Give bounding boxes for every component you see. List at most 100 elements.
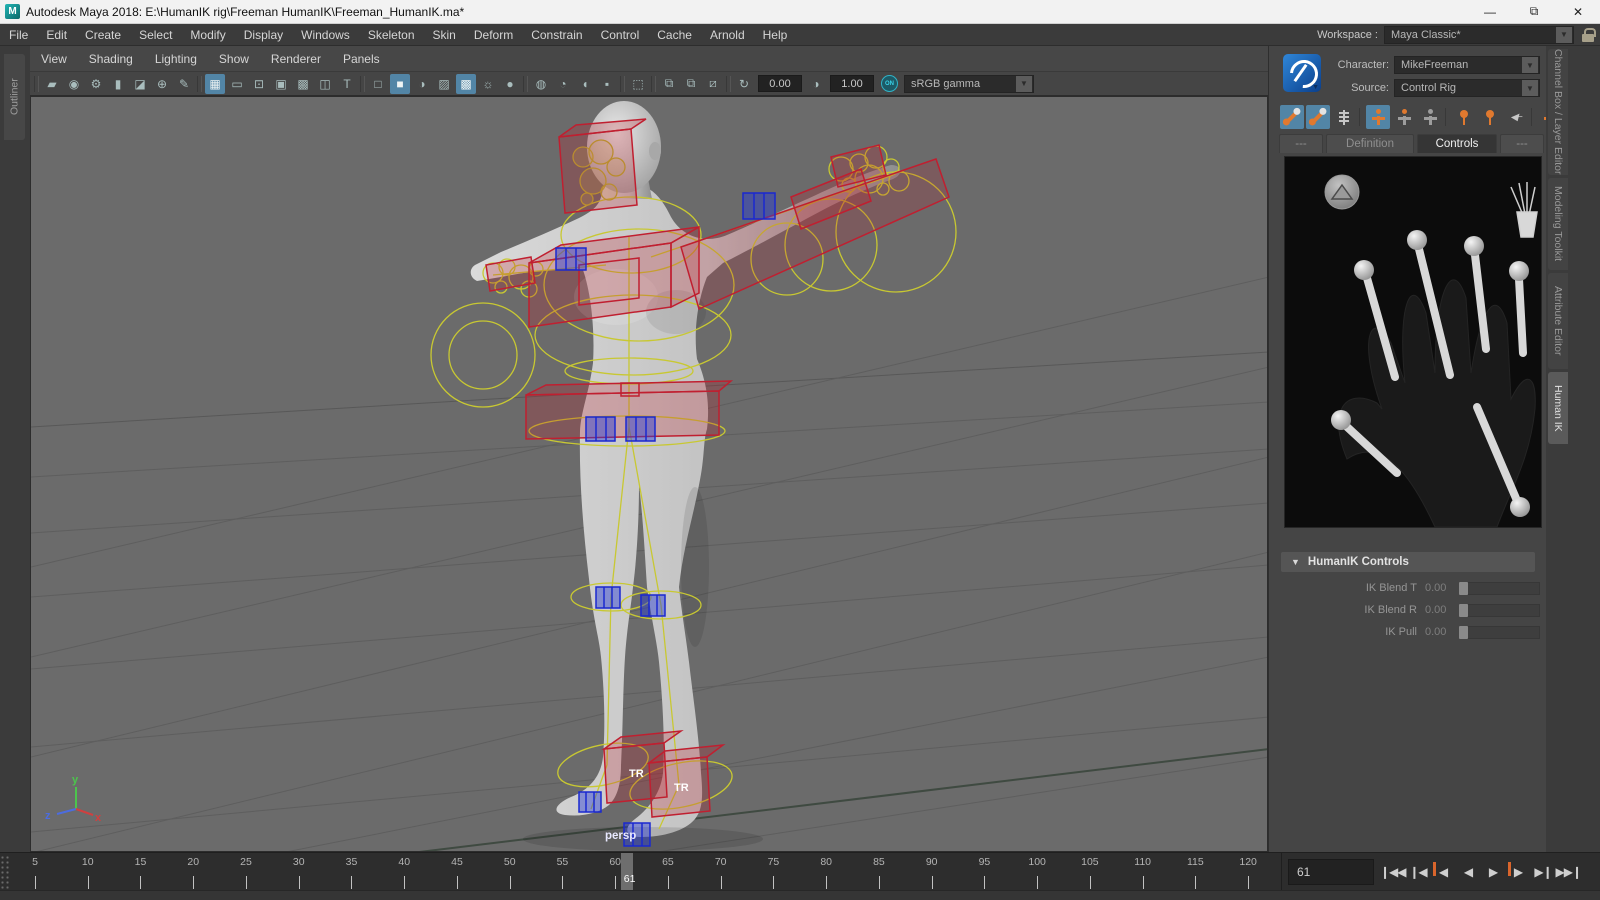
menu-modify[interactable]: Modify [181, 24, 234, 46]
separate-layout-icon[interactable]: ⧉ [659, 74, 679, 94]
select-full-body-icon[interactable] [1366, 105, 1390, 129]
occlusion-icon[interactable]: ◍ [531, 74, 551, 94]
dock-tab-human-ik[interactable]: Human IK [1548, 372, 1568, 444]
menu-help[interactable]: Help [754, 24, 797, 46]
dock-tab-modeling-toolkit[interactable]: Modeling Toolkit [1548, 178, 1568, 270]
tab-controls[interactable]: Controls [1417, 134, 1497, 153]
bookmark-icon[interactable]: ▮ [108, 74, 128, 94]
slider-groove[interactable] [1468, 582, 1540, 595]
step-back-key-button[interactable]: ❙◀ [1406, 859, 1431, 885]
lock-icon[interactable] [1582, 28, 1594, 42]
panel-menu-show[interactable]: Show [208, 52, 260, 66]
menu-display[interactable]: Display [235, 24, 292, 46]
menu-select[interactable]: Select [130, 24, 181, 46]
menu-cache[interactable]: Cache [648, 24, 701, 46]
close-button[interactable]: ✕ [1556, 0, 1600, 23]
dock-tab-attribute-editor[interactable]: Attribute Editor [1548, 273, 1568, 369]
menu-create[interactable]: Create [76, 24, 130, 46]
menu-skeleton[interactable]: Skeleton [359, 24, 424, 46]
menu-constrain[interactable]: Constrain [522, 24, 591, 46]
panel-menu-lighting[interactable]: Lighting [144, 52, 208, 66]
show-skeleton-icon[interactable] [1332, 105, 1356, 129]
film-gate-icon[interactable]: ▭ [227, 74, 247, 94]
key-body-part-icon[interactable] [1306, 105, 1330, 129]
select-body-part-icon[interactable] [1392, 105, 1416, 129]
pin-translate-icon[interactable] [1452, 105, 1476, 129]
step-forward-key-button[interactable]: ▶❙ [1531, 859, 1556, 885]
panel-menu-panels[interactable]: Panels [332, 52, 391, 66]
resolution-gate-icon[interactable]: ⊡ [249, 74, 269, 94]
default-material-icon[interactable]: ▪ [597, 74, 617, 94]
chevron-down-icon[interactable]: ▼ [1522, 57, 1538, 73]
key-full-body-icon[interactable] [1280, 105, 1304, 129]
stack-layout-icon[interactable]: ⧉ [681, 74, 701, 94]
menu-windows[interactable]: Windows [292, 24, 359, 46]
current-frame-field[interactable]: 61 [1288, 859, 1374, 885]
panel-menu-view[interactable]: View [30, 52, 78, 66]
collapse-triangle-icon[interactable]: ▼ [1291, 557, 1300, 567]
menu-skin[interactable]: Skin [424, 24, 465, 46]
exposure-icon[interactable]: ↻ [734, 74, 754, 94]
ik-effector-boxes[interactable]: TR TR [486, 119, 949, 817]
plugin-display-icon[interactable]: ◖ [575, 74, 595, 94]
mute-icon[interactable]: ◀− [1504, 105, 1528, 129]
isolate-select-icon[interactable]: ⬚ [628, 74, 648, 94]
camera-attributes-icon[interactable]: ⚙ [86, 74, 106, 94]
perspective-viewport[interactable]: TR TR y z x [30, 96, 1268, 852]
menu-edit[interactable]: Edit [37, 24, 76, 46]
pin-rotate-icon[interactable] [1478, 105, 1502, 129]
lock-camera-icon[interactable]: ◉ [64, 74, 84, 94]
menu-control[interactable]: Control [592, 24, 649, 46]
step-back-frame-button[interactable]: ◀ [1431, 859, 1456, 885]
slider-groove[interactable] [1468, 626, 1540, 639]
flat-shade-icon[interactable]: ◑ [412, 74, 432, 94]
minimize-button[interactable]: — [1468, 0, 1512, 23]
mini-hand-icon[interactable] [1511, 182, 1537, 237]
grease-pencil-icon[interactable]: ✎ [174, 74, 194, 94]
go-to-start-button[interactable]: ❙◀◀ [1380, 859, 1406, 885]
humanik-controls-picker[interactable] [1284, 156, 1542, 528]
tab-[interactable]: --- [1500, 134, 1544, 153]
panel-menu-shading[interactable]: Shading [78, 52, 144, 66]
character-dropdown[interactable]: MikeFreeman ▼ [1394, 56, 1540, 74]
source-dropdown[interactable]: Control Rig ▼ [1394, 79, 1540, 97]
dock-tab-channel-box---layer-editor[interactable]: Channel Box / Layer Editor [1548, 49, 1568, 175]
timeline-ruler[interactable]: 61 5101520253035404550556065707580859095… [12, 853, 1282, 891]
exposure-field[interactable]: 0.00 [758, 75, 802, 92]
slider-handle[interactable] [1459, 604, 1468, 617]
menu-deform[interactable]: Deform [465, 24, 522, 46]
timeline-playhead[interactable]: 61 [621, 853, 633, 891]
image-plane-icon[interactable]: ◪ [130, 74, 150, 94]
humanik-controls-header[interactable]: ▼ HumanIK Controls [1281, 552, 1535, 572]
select-camera-icon[interactable]: ▰ [42, 74, 62, 94]
menu-arnold[interactable]: Arnold [701, 24, 754, 46]
smooth-shade-icon[interactable]: ■ [390, 74, 410, 94]
contrast-icon[interactable]: ◑ [806, 74, 826, 94]
slider-handle[interactable] [1459, 582, 1468, 595]
play-forwards-button[interactable]: ▶ [1481, 859, 1506, 885]
view-transform-dropdown[interactable]: sRGB gamma▼ [904, 75, 1034, 93]
step-forward-frame-button[interactable]: ▶ [1506, 859, 1531, 885]
go-to-end-button[interactable]: ▶▶❙ [1556, 859, 1582, 885]
chevron-down-icon[interactable]: ▼ [1016, 76, 1032, 92]
humanik-logo-icon[interactable]: ▼ [1283, 54, 1321, 92]
color-managed-toggle[interactable]: ON [881, 75, 898, 92]
slider-groove[interactable] [1468, 604, 1540, 617]
use-all-lights-icon[interactable]: ▩ [456, 74, 476, 94]
wireframe-icon[interactable]: □ [368, 74, 388, 94]
ik-effector-foot-right[interactable] [649, 745, 723, 817]
chevron-down-icon[interactable]: ▼ [1522, 80, 1538, 96]
hand-picker-canvas[interactable] [1285, 157, 1541, 527]
slider-handle[interactable] [1459, 626, 1468, 639]
workspace-dropdown[interactable]: Maya Classic* ▼ [1384, 26, 1574, 44]
safe-title-icon[interactable]: T [337, 74, 357, 94]
gamma-field[interactable]: 1.00 [830, 75, 874, 92]
xray-icon[interactable]: ⧄ [703, 74, 723, 94]
timeline-grip-handle[interactable] [0, 855, 10, 889]
play-backwards-button[interactable]: ◀ [1456, 859, 1481, 885]
tab-[interactable]: --- [1279, 134, 1323, 153]
select-selection-icon[interactable] [1418, 105, 1442, 129]
tab-definition[interactable]: Definition [1326, 134, 1414, 153]
lighting-icon[interactable]: ☼ [478, 74, 498, 94]
pan-zoom-icon[interactable]: ⊕ [152, 74, 172, 94]
